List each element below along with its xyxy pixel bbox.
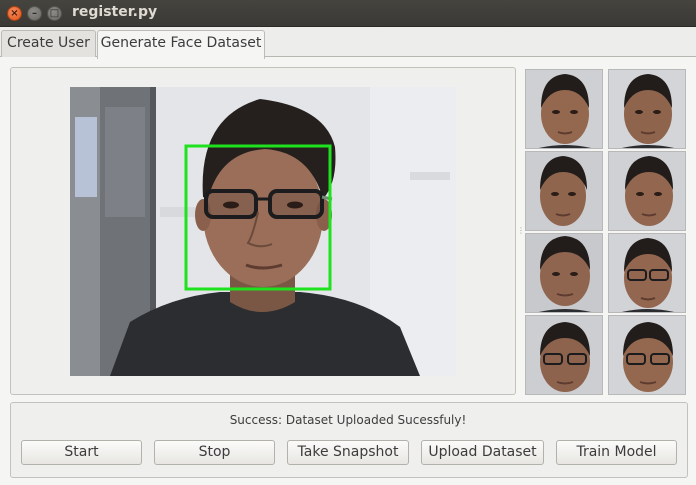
take-snapshot-button[interactable]: Take Snapshot xyxy=(287,440,409,465)
thumbnail-image xyxy=(608,69,686,149)
camera-feed-image xyxy=(70,87,456,376)
vertical-splitter-handle[interactable]: ⋮ xyxy=(517,226,525,236)
stop-button[interactable]: Stop xyxy=(154,440,275,465)
maximize-icon[interactable]: □ xyxy=(47,6,62,21)
window-title: register.py xyxy=(72,4,158,20)
train-model-button[interactable]: Train Model xyxy=(556,440,677,465)
upload-dataset-button[interactable]: Upload Dataset xyxy=(421,440,544,465)
start-button[interactable]: Start xyxy=(21,440,142,465)
thumbnail-image xyxy=(608,315,686,395)
horizontal-splitter-handle[interactable] xyxy=(346,397,356,401)
dataset-thumbnails xyxy=(523,67,687,395)
thumbnail-image xyxy=(608,151,686,231)
tab-bar: Create User Generate Face Dataset xyxy=(0,28,696,59)
status-message: Success: Dataset Uploaded Sucessfuly! xyxy=(229,413,467,427)
tab-create-user[interactable]: Create User xyxy=(1,30,96,58)
thumbnail-image xyxy=(525,315,603,395)
thumbnail-image xyxy=(608,233,686,313)
close-icon[interactable]: × xyxy=(7,6,22,21)
title-bar: × – □ register.py xyxy=(0,0,696,27)
thumbnail-image xyxy=(525,151,603,231)
tab-generate-face-dataset[interactable]: Generate Face Dataset xyxy=(97,30,265,59)
minimize-icon[interactable]: – xyxy=(27,6,42,21)
thumbnail-image xyxy=(525,69,603,149)
thumbnail-image xyxy=(525,233,603,313)
